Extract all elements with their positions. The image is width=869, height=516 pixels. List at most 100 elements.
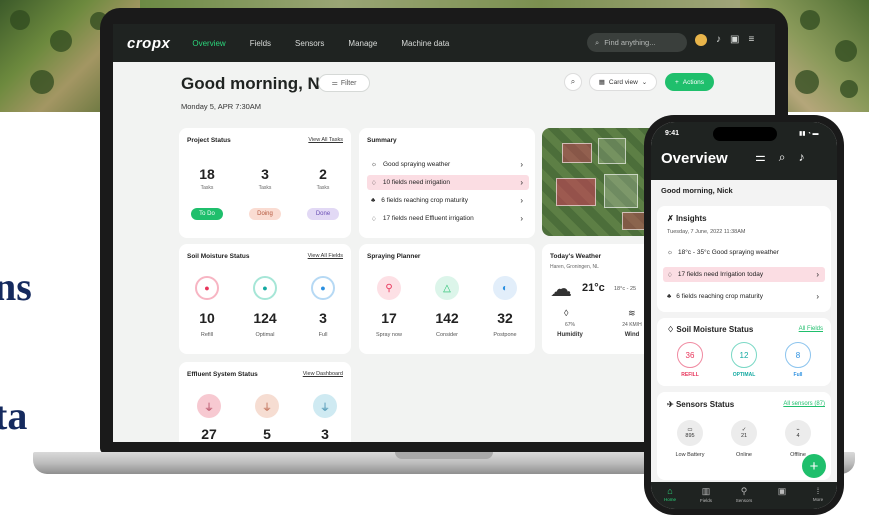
online-sensor[interactable]: ✓ 21 — [731, 420, 757, 446]
sensors-icon: ⚲ — [740, 486, 748, 496]
view-dashboard-link[interactable]: View Dashboard — [303, 371, 343, 377]
field-map[interactable] — [542, 128, 660, 236]
card-title: Today's Weather — [550, 253, 602, 260]
chevron-right-icon: › — [816, 292, 819, 301]
all-fields-link[interactable]: All Fields — [799, 326, 823, 332]
actions-button[interactable]: + Actions — [665, 73, 714, 91]
search-input[interactable]: ⌕ Find anything... — [587, 33, 687, 52]
filter-icon: ⚌ — [331, 80, 338, 87]
tab-fields[interactable]: ▥ Fields — [691, 486, 721, 503]
insight-row-weather[interactable]: ☼ 18°c - 35°c Good spraying weather — [663, 245, 825, 260]
effluent-system-card: Effluent System Status View Dashboard ⏚ … — [179, 362, 351, 442]
chevron-down-icon: ⌄ — [641, 79, 648, 86]
summary-row-effluent[interactable]: ♢ 17 fields need Effluent irrigation › — [367, 211, 529, 226]
stat-todo: 18 Tasks — [199, 166, 215, 191]
cropx-logo[interactable]: cropx — [127, 35, 170, 52]
antenna-icon: ✈ — [667, 400, 674, 409]
bell-icon[interactable]: ♪ — [716, 34, 721, 46]
refill-ring[interactable]: 36 — [677, 342, 703, 368]
full-count: 3 — [319, 310, 327, 326]
water-drop-icon: ♢ — [371, 179, 377, 187]
nav-manage[interactable]: Manage — [348, 39, 377, 48]
sensors-title: ✈ Sensors Status — [667, 400, 735, 409]
chevron-right-icon: › — [520, 196, 523, 205]
spray-now-label: Spray now — [376, 332, 402, 338]
spray-now-count: 17 — [381, 310, 397, 326]
summary-row-irrigation[interactable]: ♢ 10 fields need irrigation › — [367, 175, 529, 190]
cloud-icon: ☁ — [550, 276, 572, 301]
nav-fields[interactable]: Fields — [250, 39, 271, 48]
search-icon[interactable]: ⌕ — [564, 73, 582, 91]
menu-icon[interactable]: ≡ — [748, 34, 754, 46]
tab-home[interactable]: ⌂ Home — [655, 486, 685, 502]
optimal-ring[interactable]: 12 — [731, 342, 757, 368]
summary-row-weather[interactable]: ☼ Good spraying weather › — [367, 157, 529, 172]
chevron-right-icon: › — [816, 270, 819, 279]
full-ring[interactable]: 8 — [785, 342, 811, 368]
weather-card: Today's Weather Haren, Groningen, NL ☁ 2… — [542, 244, 660, 354]
sliders-icon[interactable]: ⚌ — [755, 150, 766, 165]
offline-sensor[interactable]: ⌁ 4 — [785, 420, 811, 446]
sprout-icon: ♣ — [667, 293, 672, 300]
bell-icon[interactable]: ♪ — [799, 150, 805, 165]
temperature: 21°c — [582, 282, 605, 294]
nav-overview[interactable]: Overview — [192, 39, 225, 48]
low-battery-label: Low Battery — [675, 452, 705, 458]
tab-more[interactable]: ⁞ More — [803, 486, 833, 502]
optimal-label: OPTIMAL — [732, 372, 756, 378]
page-date: Monday 5, APR 7:30AM — [181, 102, 262, 111]
signal-battery-icon: ▮▮ ◔ ▬ — [799, 131, 819, 137]
spray-icon: ⚲ — [377, 276, 401, 300]
insights-icon: ✗ — [667, 214, 674, 223]
calendar-icon[interactable]: ▣ — [730, 34, 739, 46]
summary-row-maturity[interactable]: ♣ 6 fields reaching crop maturity › — [367, 193, 529, 208]
nav-machine-data[interactable]: Machine data — [401, 39, 449, 48]
insight-row-maturity[interactable]: ♣ 6 fields reaching crop maturity › — [663, 289, 825, 304]
tab-calendar[interactable]: ▣ — [767, 486, 797, 498]
avatar[interactable] — [695, 34, 707, 46]
laptop-notch — [395, 452, 493, 459]
low-battery-sensor[interactable]: ▭ 895 — [677, 420, 703, 446]
todo-pill[interactable]: To Do — [191, 208, 223, 220]
sprout-icon: ♣ — [371, 197, 376, 204]
search-placeholder: Find anything... — [604, 38, 656, 47]
phone-greeting: Good morning, Nick — [661, 186, 733, 195]
doing-pill[interactable]: Doing — [249, 208, 281, 220]
refill-drop-icon: ● — [195, 276, 219, 300]
view-all-tasks-link[interactable]: View All Tasks — [308, 137, 343, 143]
filter-button[interactable]: ⚌ Filter — [318, 74, 370, 92]
home-icon: ⌂ — [667, 486, 673, 496]
effluent-tank-icon: ⏚ — [313, 394, 337, 418]
pause-icon: ◐ — [493, 276, 517, 300]
actions-label: Actions — [682, 78, 705, 86]
summary-card: Summary ☼ Good spraying weather › ♢ 10 fiel… — [359, 128, 535, 238]
optimal-label: Optimal — [255, 332, 275, 338]
calendar-icon: ▣ — [777, 486, 787, 496]
search-icon[interactable]: ⌕ — [779, 150, 786, 165]
view-all-fields-link[interactable]: View All Fields — [308, 253, 343, 259]
stat-done: 2 Tasks — [316, 166, 330, 191]
card-view-label: Card view — [608, 78, 638, 86]
nav-sensors[interactable]: Sensors — [295, 39, 324, 48]
hero-text-line1: ns — [0, 264, 32, 309]
filter-label: Filter — [340, 79, 357, 87]
all-sensors-link[interactable]: All sensors (87) — [783, 401, 825, 407]
humidity-label: Humidity — [557, 332, 583, 338]
effluent-pond-icon: ⏚ — [197, 394, 221, 418]
insights-title: ✗ Insights — [667, 214, 707, 223]
tab-sensors[interactable]: ⚲ Sensors — [729, 486, 759, 503]
status-time: 9:41 — [665, 130, 680, 137]
nav-icons: ♪ ▣ ≡ — [695, 34, 754, 46]
card-title: Spraying Planner — [367, 253, 421, 260]
card-title: Effluent System Status — [187, 371, 258, 378]
project-status-card: Project Status View All Tasks 18 Tasks 3T… — [179, 128, 351, 238]
card-view-select[interactable]: ▦ Card view ⌄ — [589, 73, 657, 91]
add-button[interactable]: + — [802, 454, 826, 478]
chevron-right-icon: › — [520, 160, 523, 169]
soil-moisture-card: Soil Moisture Status View All Fields ● ●… — [179, 244, 351, 354]
spraying-planner-card: Spraying Planner ⚲ △ ◐ 17 142 32 Spray n… — [359, 244, 535, 354]
insight-row-irrigation[interactable]: ♢ 17 fields need Irrigation today › — [663, 267, 825, 282]
done-pill[interactable]: Done — [307, 208, 339, 220]
humidity-value: 67% — [564, 322, 575, 328]
effluent-count-3: 3 — [321, 426, 329, 442]
